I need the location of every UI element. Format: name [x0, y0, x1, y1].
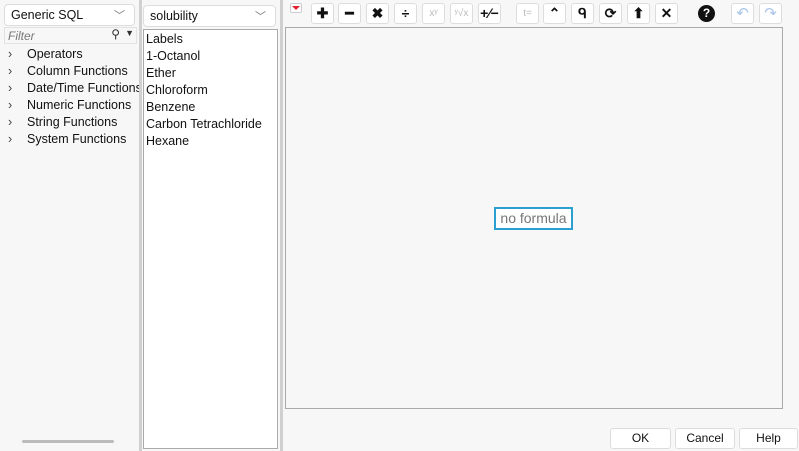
divide-icon[interactable]: ÷	[394, 3, 417, 24]
chevron-right-icon[interactable]: ›	[8, 80, 27, 97]
peel-icon[interactable]: ⌃	[543, 3, 566, 24]
swap-icon[interactable]: ⟳	[599, 3, 622, 24]
function-tree: › Operators › Column Functions › Date/Time Fu…	[8, 46, 142, 148]
help-button[interactable]: Help	[739, 428, 798, 449]
category-value: Generic SQL	[11, 8, 84, 22]
column-item[interactable]: Labels	[146, 31, 275, 48]
root-icon: ʸ√x	[450, 3, 473, 24]
multiply-icon[interactable]: ✖	[366, 3, 389, 24]
column-item[interactable]: 1-Octanol	[146, 48, 275, 65]
group-label: Date/Time Functions	[27, 81, 142, 95]
undo-icon: ↶	[731, 3, 754, 24]
red-triangle-menu-icon[interactable]	[290, 3, 302, 13]
data-table-select[interactable]: solubility ﹀	[143, 5, 276, 27]
function-group[interactable]: › Column Functions	[8, 63, 142, 80]
column-item[interactable]: Carbon Tetrachloride	[146, 116, 275, 133]
unary-icon[interactable]: ᑫ	[571, 3, 594, 24]
splitter[interactable]	[280, 0, 283, 451]
function-group[interactable]: › String Functions	[8, 114, 142, 131]
formula-placeholder[interactable]: no formula	[494, 207, 573, 230]
ok-button[interactable]: OK	[610, 428, 671, 449]
chevron-right-icon[interactable]: ›	[8, 131, 27, 148]
plus-icon[interactable]: ✚	[311, 3, 334, 24]
search-icon[interactable]: ⚲	[111, 27, 120, 41]
minus-icon[interactable]: ━	[338, 3, 361, 24]
group-label: Operators	[27, 47, 83, 61]
group-label: String Functions	[27, 115, 118, 129]
table-value: solubility	[150, 9, 198, 23]
column-item[interactable]: Chloroform	[146, 82, 275, 99]
dropdown-arrow-icon[interactable]: ▼	[125, 28, 134, 38]
chevron-down-icon: ﹀	[255, 11, 266, 23]
cancel-button[interactable]: Cancel	[675, 428, 735, 449]
function-group[interactable]: › Numeric Functions	[8, 97, 142, 114]
column-list: Labels 1-Octanol Ether Chloroform Benzene Car…	[143, 29, 278, 449]
function-group[interactable]: › Operators	[8, 46, 142, 63]
column-item[interactable]: Benzene	[146, 99, 275, 116]
chevron-right-icon[interactable]: ›	[8, 97, 27, 114]
group-label: Column Functions	[27, 64, 128, 78]
negate-icon[interactable]: +⁄−	[478, 3, 501, 24]
chevron-right-icon[interactable]: ›	[8, 46, 27, 63]
help-icon[interactable]: ?	[695, 3, 718, 24]
function-group[interactable]: › System Functions	[8, 131, 142, 148]
group-label: Numeric Functions	[27, 98, 132, 112]
filter-input[interactable]: Filter ⚲ ▼	[4, 27, 137, 44]
local-variable-icon: t=	[516, 3, 539, 24]
filter-placeholder: Filter	[8, 29, 35, 43]
function-group[interactable]: › Date/Time Functions	[8, 80, 142, 97]
redo-icon: ↷	[759, 3, 782, 24]
chevron-right-icon[interactable]: ›	[8, 114, 27, 131]
power-icon: xʸ	[422, 3, 445, 24]
column-item[interactable]: Ether	[146, 65, 275, 82]
column-item[interactable]: Hexane	[146, 133, 275, 150]
function-category-select[interactable]: Generic SQL ﹀	[4, 4, 135, 26]
horizontal-scrollbar[interactable]	[22, 440, 114, 443]
group-label: System Functions	[27, 132, 127, 146]
chevron-down-icon: ﹀	[114, 10, 125, 22]
delete-icon[interactable]: ✕	[655, 3, 678, 24]
splitter[interactable]	[139, 0, 142, 451]
chevron-right-icon[interactable]: ›	[8, 63, 27, 80]
expand-icon[interactable]: ⬆	[627, 3, 650, 24]
